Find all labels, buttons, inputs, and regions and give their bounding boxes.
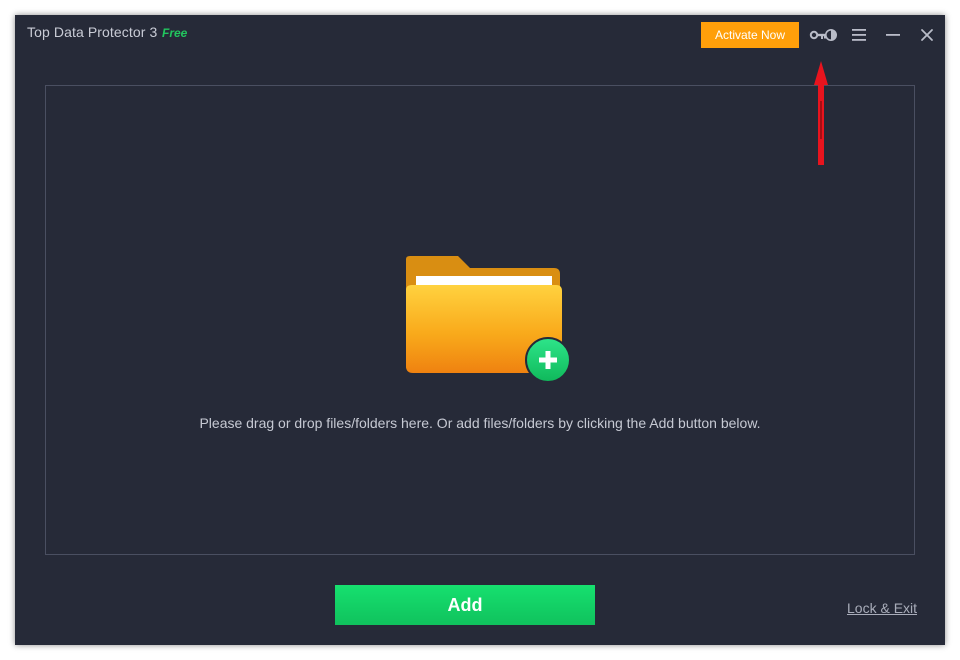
drop-zone[interactable]: Please drag or drop files/folders here. … xyxy=(45,85,915,555)
app-title: Top Data Protector 3 xyxy=(27,24,158,40)
key-toggle-icon[interactable] xyxy=(809,23,837,47)
minimize-icon[interactable] xyxy=(879,23,907,47)
annotation-arrow xyxy=(814,61,828,165)
title-bar: Top Data Protector 3 Free Activate Now xyxy=(15,15,945,55)
activate-now-button[interactable]: Activate Now xyxy=(701,22,799,48)
edition-badge: Free xyxy=(162,26,188,40)
app-window: Top Data Protector 3 Free Activate Now P… xyxy=(15,15,945,645)
close-icon[interactable] xyxy=(913,23,941,47)
menu-icon[interactable] xyxy=(845,23,873,47)
lock-exit-link[interactable]: Lock & Exit xyxy=(847,600,917,616)
drop-zone-hint: Please drag or drop files/folders here. … xyxy=(199,415,761,431)
folder-add-icon xyxy=(400,246,571,383)
add-button[interactable]: Add xyxy=(335,585,595,625)
